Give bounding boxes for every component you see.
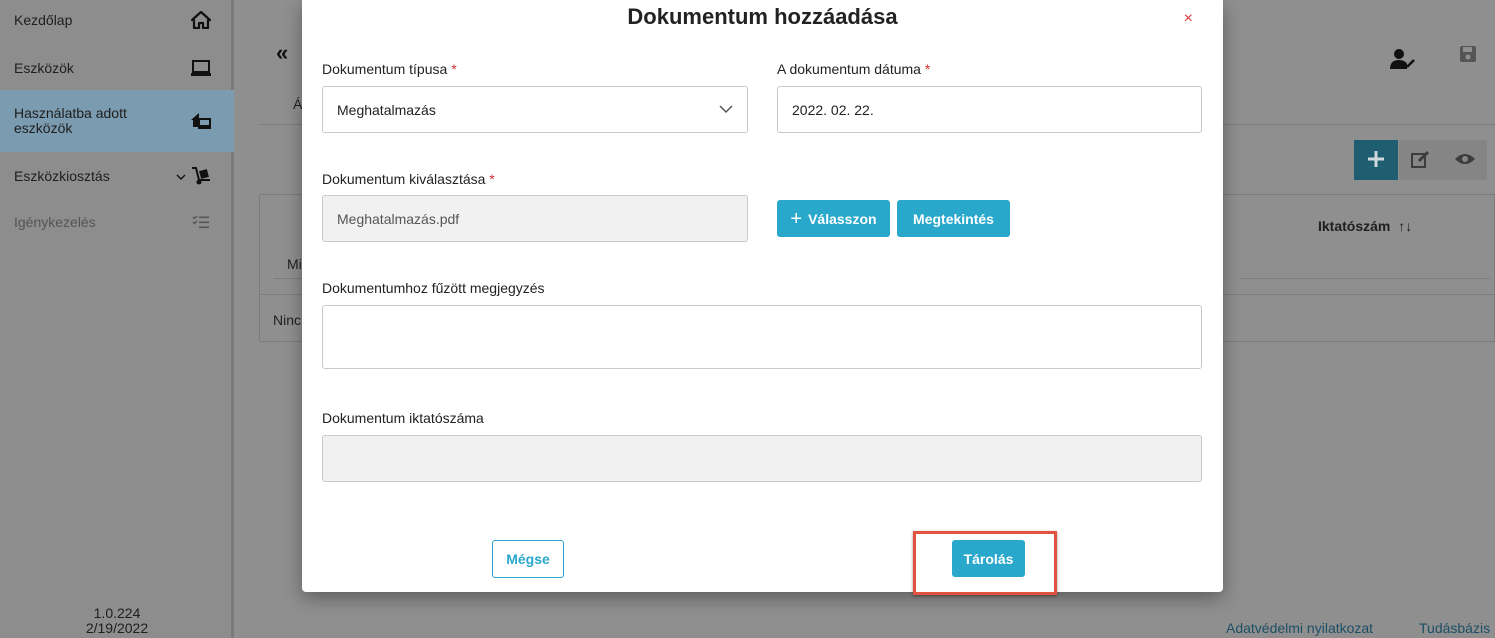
doc-file-input: Meghatalmazás.pdf — [322, 195, 748, 242]
sidebar-item-label: Eszközkiosztás — [14, 167, 110, 184]
house-laptop-icon — [190, 110, 212, 132]
chevron-down-icon — [176, 168, 186, 184]
list-check-icon — [190, 211, 212, 233]
filter-fragment[interactable]: Mi — [287, 256, 302, 272]
required-mark: * — [451, 61, 457, 77]
save-icon-button[interactable] — [1446, 35, 1490, 75]
sidebar-item-label: Használatba adott eszközök — [14, 105, 127, 136]
reg-number-input — [322, 435, 1202, 482]
plus-icon: + — [790, 207, 803, 230]
privacy-link[interactable]: Adatvédelmi nyilatkozat — [1226, 620, 1373, 636]
floppy-disk-icon — [1459, 45, 1477, 66]
doc-select-label-text: Dokumentum kiválasztása — [322, 171, 486, 187]
column-header-reg-number[interactable]: Iktatószám ↑↓ — [1318, 218, 1412, 234]
sidebar-item-allocation[interactable]: Eszközkiosztás — [0, 154, 234, 198]
user-edit-button[interactable] — [1381, 40, 1425, 80]
user-edit-icon — [1390, 48, 1416, 73]
build-date: 2/19/2022 — [85, 620, 149, 636]
doc-file-value: Meghatalmazás.pdf — [337, 210, 460, 227]
reg-number-label: Dokumentum iktatószáma — [322, 410, 484, 426]
doc-select-label: Dokumentum kiválasztása * — [322, 171, 495, 187]
dialog-title: Dokumentum hozzáadása — [627, 4, 898, 29]
empty-message-fragment: Ninc — [273, 312, 302, 328]
filter-underline-reg — [1240, 278, 1490, 279]
sidebar: Kezdőlap Eszközök Használatba adott eszk… — [0, 0, 234, 638]
required-mark: * — [924, 61, 931, 77]
back-button[interactable]: « — [276, 40, 288, 66]
doc-date-value: 2022. 02. 22. — [792, 101, 874, 118]
sidebar-item-label: Eszközök — [14, 59, 74, 76]
plus-icon — [1367, 150, 1385, 171]
preview-button[interactable]: Megtekintés — [897, 200, 1010, 237]
sidebar-item-label: Igénykezelés — [14, 213, 96, 230]
doc-type-value: Meghatalmazás — [337, 101, 436, 118]
sidebar-item-devices[interactable]: Eszközök — [0, 46, 234, 90]
home-icon — [190, 9, 212, 31]
sidebar-item-home[interactable]: Kezdőlap — [0, 0, 234, 40]
chevron-down-icon — [719, 101, 733, 117]
knowledge-base-link[interactable]: Tudásbázis — [1419, 620, 1490, 636]
doc-date-label: A dokumentum dátuma * — [777, 61, 930, 77]
app-version: 1.0.224 — [93, 605, 141, 621]
doc-date-input[interactable]: 2022. 02. 22. — [777, 86, 1202, 133]
save-button-highlight — [913, 531, 1057, 595]
view-button[interactable] — [1443, 140, 1487, 180]
close-icon[interactable]: × — [1184, 10, 1193, 28]
hand-truck-icon — [190, 165, 212, 187]
laptop-icon — [190, 57, 212, 79]
choose-file-label: Válasszon — [808, 210, 877, 227]
doc-date-label-text: A dokumentum dátuma — [777, 61, 921, 77]
edit-button[interactable] — [1399, 140, 1443, 180]
filter-underline — [274, 278, 304, 279]
cancel-button[interactable]: Mégse — [492, 540, 564, 578]
doc-type-label: Dokumentum típusa * — [322, 61, 457, 77]
sort-icon: ↑↓ — [1398, 218, 1413, 234]
sidebar-item-label: Kezdőlap — [14, 11, 73, 28]
doc-type-label-text: Dokumentum típusa — [322, 61, 448, 77]
doc-type-select[interactable]: Meghatalmazás — [322, 86, 748, 133]
column-header-label: Iktatószám — [1318, 218, 1391, 234]
required-mark: * — [489, 171, 495, 187]
comment-label: Dokumentumhoz fűzött megjegyzés — [322, 280, 545, 296]
add-document-dialog: Dokumentum hozzáadása × Dokumentum típus… — [302, 0, 1223, 592]
choose-file-button[interactable]: + Válasszon — [777, 200, 890, 237]
sidebar-item-assigned-devices[interactable]: Használatba adott eszközök — [0, 90, 234, 152]
sidebar-item-requests: Igénykezelés — [0, 200, 234, 244]
comment-textarea[interactable] — [322, 305, 1202, 369]
add-button[interactable] — [1354, 140, 1398, 180]
tab-fragment[interactable]: Á — [293, 96, 302, 112]
edit-icon — [1411, 150, 1431, 171]
eye-icon — [1454, 152, 1476, 169]
